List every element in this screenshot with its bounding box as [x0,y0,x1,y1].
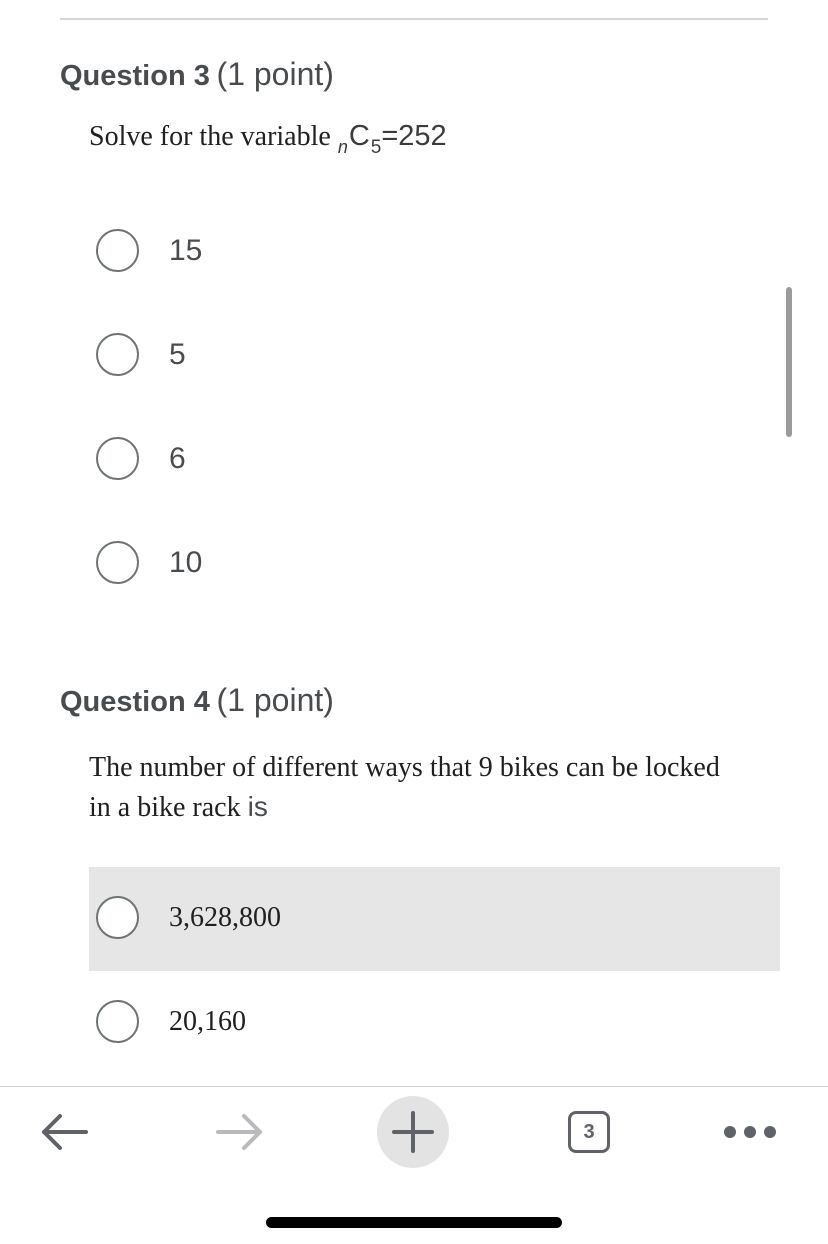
tab-switcher-button[interactable]: 3 [553,1096,625,1168]
home-indicator[interactable] [266,1217,562,1228]
option-label: 20,160 [169,1006,246,1037]
arrow-left-icon [42,1114,88,1150]
formula-symbol: C [348,120,370,152]
tab-count-badge: 3 [568,1111,610,1153]
option-label: 15 [169,234,203,267]
q3-option-2[interactable]: 5 [89,304,780,408]
question-3-title: Question 3 (1 point) [60,56,334,93]
arrow-right-icon [216,1114,262,1150]
option-label: 6 [169,442,186,475]
radio-button[interactable] [96,437,139,480]
option-label: 10 [169,546,203,579]
q3-option-3[interactable]: 6 [89,408,780,512]
formula-left-subscript: n [337,137,348,157]
more-menu-button[interactable] [714,1096,786,1168]
radio-button[interactable] [96,229,139,272]
prompt-text: The number of different ways that 9 bike… [89,752,720,823]
question-number: Question 3 [60,60,210,92]
question-points: (1 point) [216,682,334,718]
option-label: 5 [169,338,186,371]
radio-button[interactable] [96,896,139,939]
formula-right-subscript: 5 [370,137,382,158]
option-label: 3,628,800 [169,902,281,933]
q4-option-2[interactable]: 20,160 [89,971,780,1075]
formula-value: 252 [398,120,447,152]
question-number: Question 4 [60,686,210,718]
combination-formula: nC5=252 [338,120,447,158]
q4-option-1[interactable]: 3,628,800 [89,867,780,971]
question-3-prompt: Solve for the variable nC5=252 [89,116,447,159]
back-button[interactable] [28,1096,100,1168]
forward-button[interactable] [204,1096,276,1168]
radio-button[interactable] [96,541,139,584]
question-4-title: Question 4 (1 point) [60,682,334,719]
q3-option-4[interactable]: 10 [89,512,780,616]
plus-icon [392,1111,434,1153]
radio-button[interactable] [96,1000,139,1043]
scrollbar-thumb[interactable] [786,287,792,437]
q3-option-1[interactable]: 15 [89,200,780,304]
toolbar-divider [0,1086,828,1087]
prompt-text: Solve for the variable [89,121,331,152]
new-tab-button[interactable] [377,1096,449,1168]
question-4-prompt: The number of different ways that 9 bike… [89,748,729,827]
prompt-trailing-text: is [247,791,268,822]
formula-equals: = [381,120,399,152]
radio-button[interactable] [96,333,139,376]
question-points: (1 point) [216,56,334,92]
new-tab-circle [377,1096,449,1168]
top-divider [60,18,768,20]
more-dots-icon [724,1126,776,1138]
